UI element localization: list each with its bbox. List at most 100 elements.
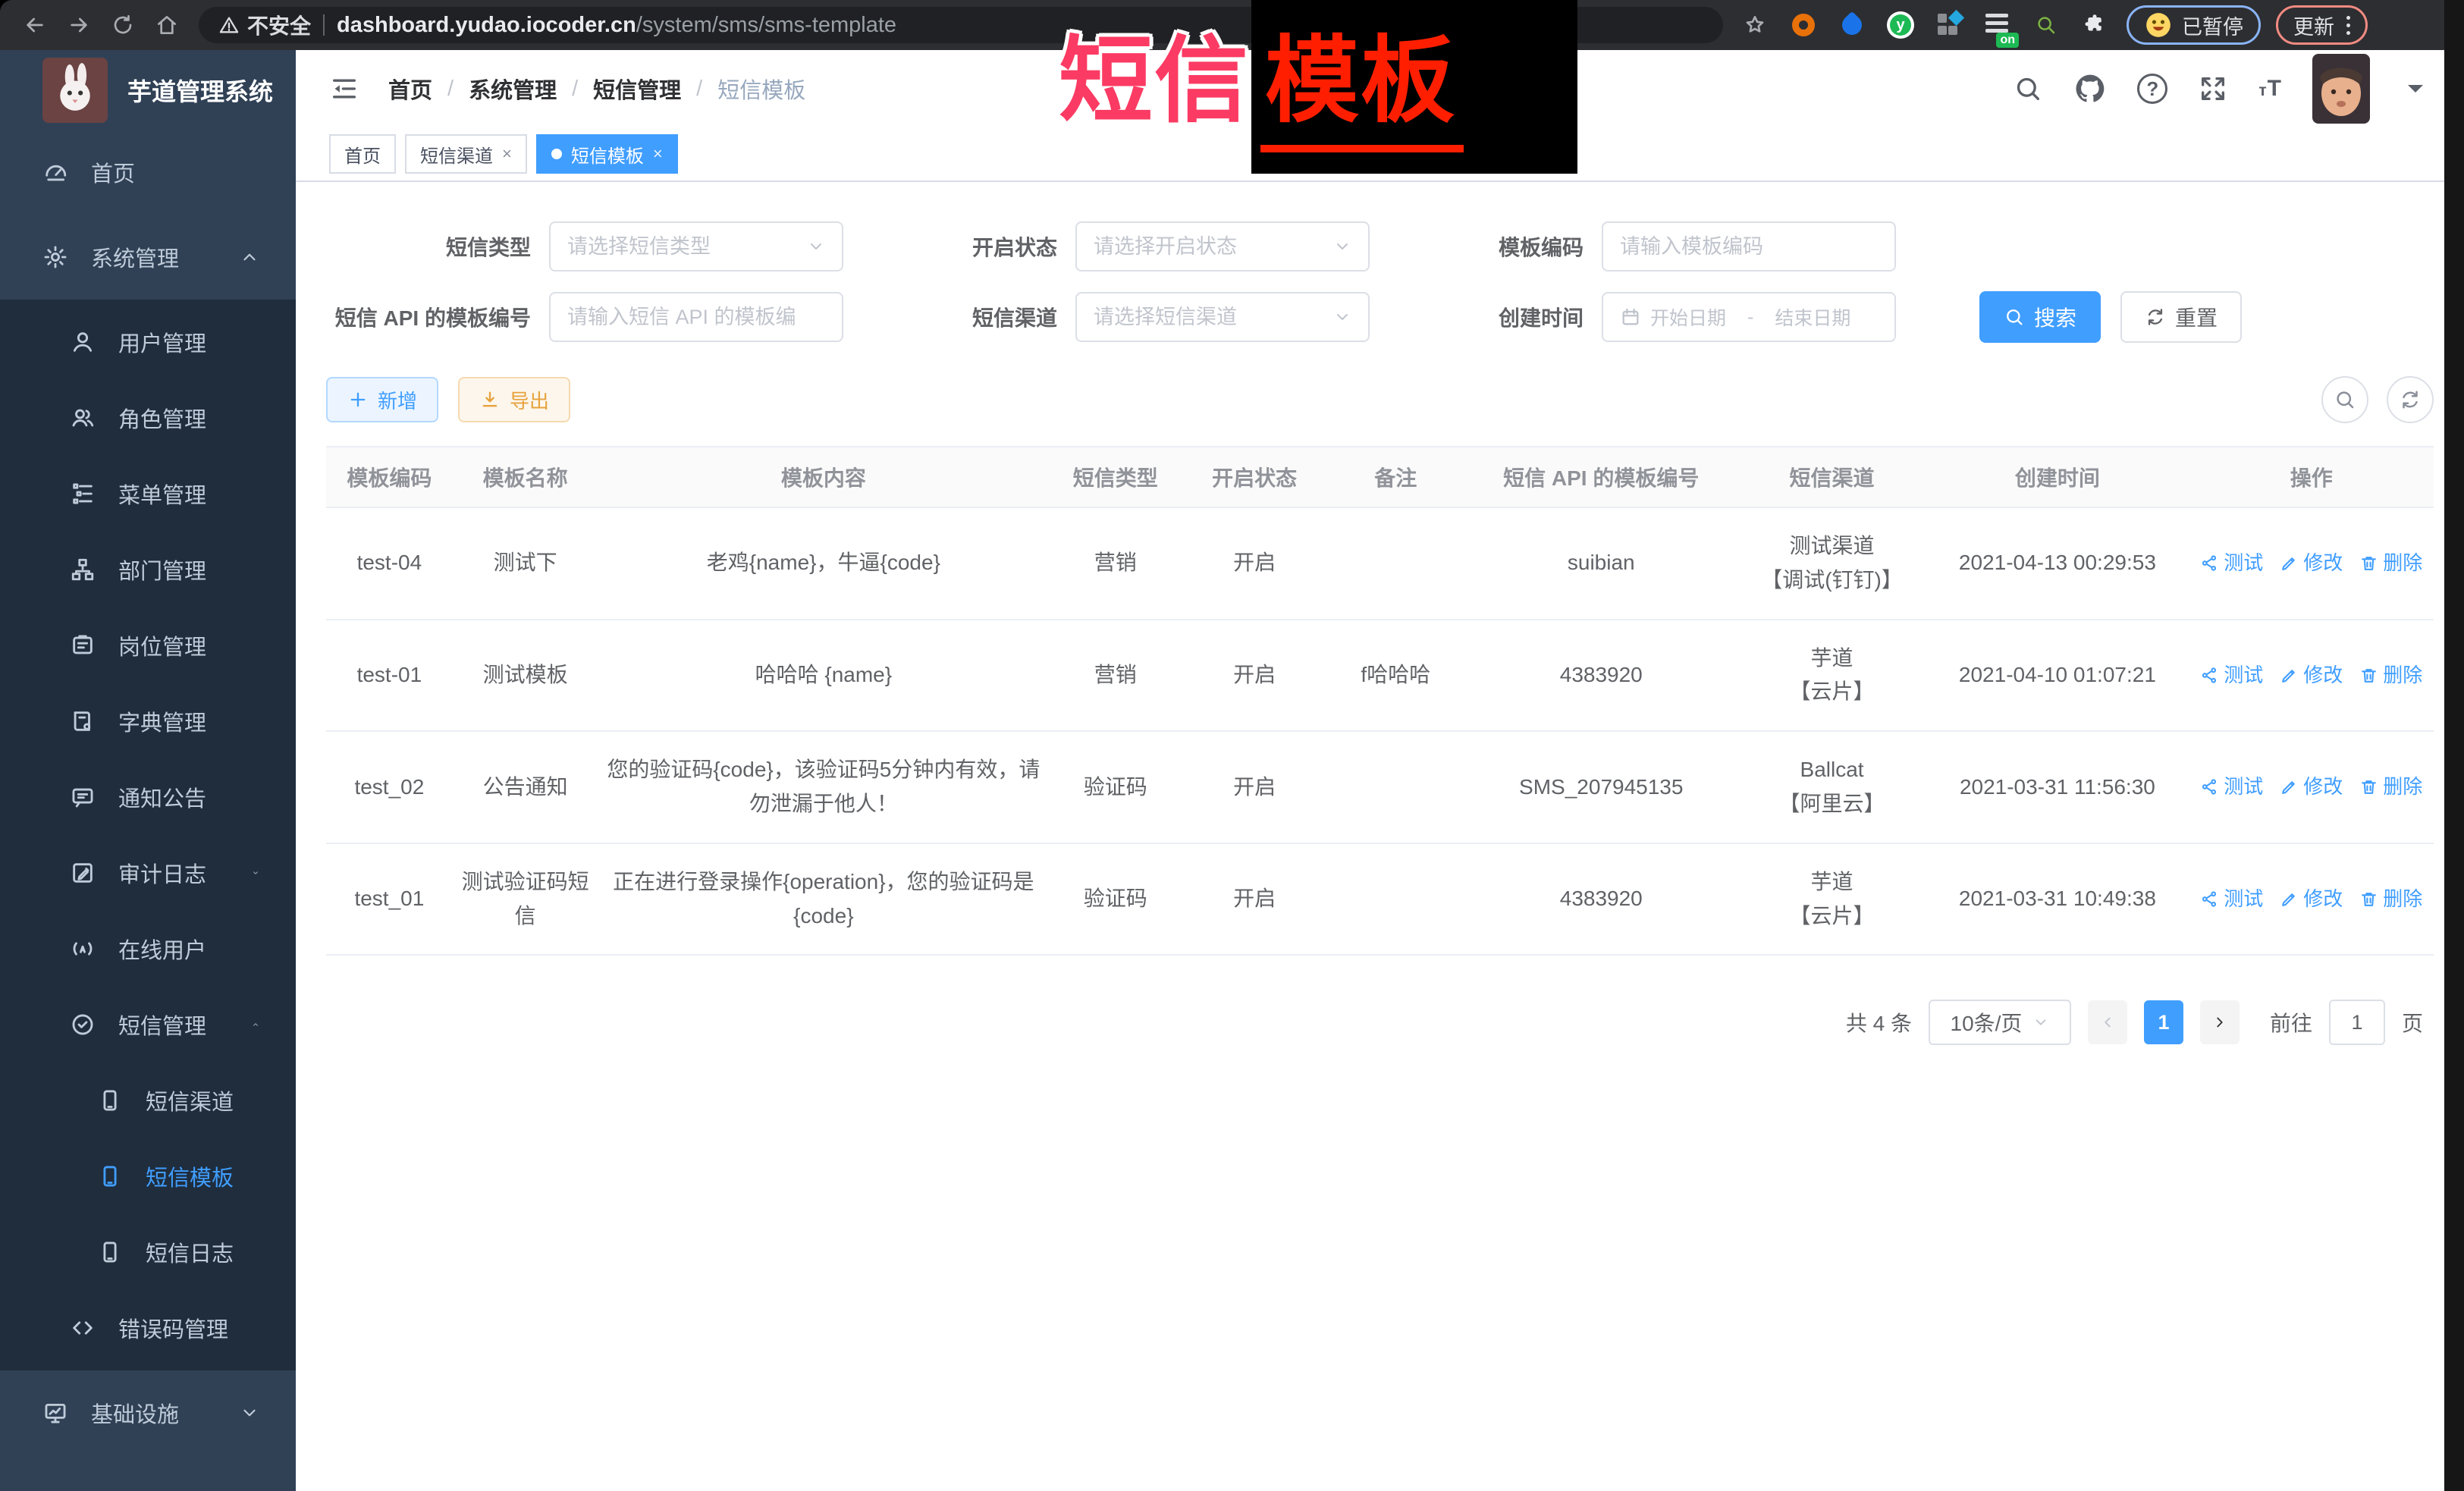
close-icon[interactable]: ×	[653, 144, 663, 164]
filter-row-1: 短信类型 开启状态 模板编码	[326, 221, 2434, 272]
avatar-caret-icon[interactable]	[2400, 74, 2431, 104]
add-button[interactable]: 新增	[326, 377, 438, 422]
breadcrumb: 首页 / 系统管理 / 短信管理 / 短信模板	[388, 73, 805, 105]
sidebar-item-departments[interactable]: 部门管理	[0, 532, 296, 607]
sidebar-item-posts[interactable]: 岗位管理	[0, 607, 296, 683]
help-icon[interactable]: ?	[2137, 74, 2167, 104]
browser-menu-icon[interactable]	[2346, 16, 2350, 35]
browser-profile-pill[interactable]: 已暂停	[2127, 5, 2261, 45]
next-page-button[interactable]	[2200, 1000, 2240, 1044]
refresh-icon	[2399, 388, 2422, 411]
sms-type-select[interactable]	[549, 221, 843, 272]
sidebar-item-error-codes[interactable]: 错误码管理	[0, 1290, 296, 1366]
trash-icon	[2359, 554, 2378, 573]
date-start-placeholder: 开始日期	[1650, 303, 1726, 331]
sidebar-item-label: 短信管理	[118, 1009, 206, 1041]
sidebar-item-label: 在线用户	[118, 933, 206, 965]
forward-icon[interactable]	[59, 5, 99, 45]
jump-suffix: 页	[2402, 1007, 2423, 1037]
search-button[interactable]: 搜索	[1979, 291, 2101, 343]
extensions-puzzle-icon[interactable]	[2078, 8, 2111, 42]
sidebar-item-users[interactable]: 用户管理	[0, 304, 296, 380]
user-avatar[interactable]	[2312, 54, 2370, 124]
sidebar-item-label: 短信渠道	[146, 1085, 234, 1116]
tab-sms-channel[interactable]: 短信渠道 ×	[405, 134, 527, 174]
sidebar-item-notice[interactable]: 通知公告	[0, 759, 296, 835]
reset-button[interactable]: 重置	[2120, 291, 2242, 343]
prev-page-button[interactable]	[2088, 1000, 2127, 1044]
font-size-icon[interactable]: тT	[2258, 76, 2282, 102]
tab-home[interactable]: 首页	[329, 134, 396, 174]
template-code-input[interactable]	[1602, 221, 1896, 272]
page-size-select[interactable]: 10条/页	[1929, 1000, 2071, 1045]
sidebar-item-roles[interactable]: 角色管理	[0, 380, 296, 456]
channel-select[interactable]	[1075, 292, 1370, 342]
calendar-icon	[1620, 306, 1641, 328]
jump-page-input[interactable]	[2329, 1000, 2385, 1045]
table-row: test-01 测试模板 哈哈哈 {name} 营销 开启 f哈哈哈 43839…	[326, 620, 2434, 732]
test-link[interactable]: 测试	[2200, 548, 2263, 579]
sidebar-item-sms-template[interactable]: 短信模板	[0, 1138, 296, 1214]
refresh-table-button[interactable]	[2387, 376, 2434, 423]
status-select[interactable]	[1075, 221, 1370, 272]
edit-link[interactable]: 修改	[2280, 884, 2343, 915]
app-logo[interactable]: 芋道管理系统	[0, 50, 296, 130]
test-link[interactable]: 测试	[2200, 660, 2263, 692]
test-link[interactable]: 测试	[2200, 771, 2263, 803]
extension-magnifier-icon[interactable]	[2029, 8, 2063, 42]
tab-sms-template[interactable]: 短信模板 ×	[536, 134, 678, 174]
sidebar-item-audit-log[interactable]: 审计日志	[0, 835, 296, 911]
edit-icon	[2280, 890, 2299, 909]
circle-check-icon	[70, 1012, 96, 1037]
sidebar-item-online-users[interactable]: 在线用户	[0, 911, 296, 987]
home-icon[interactable]	[147, 5, 187, 45]
back-icon[interactable]	[15, 5, 55, 45]
share-icon	[2200, 890, 2219, 909]
edit-link[interactable]: 修改	[2280, 660, 2343, 692]
sidebar-item-menus[interactable]: 菜单管理	[0, 456, 296, 532]
api-template-id-input[interactable]	[549, 292, 843, 342]
extension-kite-icon[interactable]	[1835, 8, 1869, 42]
security-warning[interactable]: 不安全	[218, 10, 311, 40]
export-button[interactable]: 导出	[458, 377, 570, 422]
test-link[interactable]: 测试	[2200, 884, 2263, 915]
close-icon[interactable]: ×	[502, 144, 512, 164]
delete-link[interactable]: 删除	[2359, 884, 2422, 915]
fullscreen-icon[interactable]	[2198, 74, 2228, 104]
api-template-id-label: 短信 API 的模板编号	[326, 302, 549, 332]
gear-icon	[42, 244, 68, 270]
extension-list-icon[interactable]: on	[1981, 8, 2014, 42]
trash-icon	[2359, 890, 2378, 909]
toggle-search-button[interactable]	[2321, 376, 2368, 423]
online-signal-icon	[70, 936, 96, 962]
extension-y-icon[interactable]: y	[1884, 8, 1917, 42]
breadcrumb-home[interactable]: 首页	[388, 73, 432, 105]
bookmark-star-icon[interactable]	[1738, 8, 1772, 42]
sidebar-item-sms-channel[interactable]: 短信渠道	[0, 1063, 296, 1138]
breadcrumb-current: 短信模板	[717, 73, 805, 105]
delete-link[interactable]: 删除	[2359, 771, 2422, 803]
edit-link[interactable]: 修改	[2280, 548, 2343, 579]
edit-link[interactable]: 修改	[2280, 771, 2343, 803]
reload-icon[interactable]	[103, 5, 143, 45]
github-icon[interactable]	[2073, 72, 2107, 105]
search-icon[interactable]	[2013, 74, 2043, 104]
browser-update-pill[interactable]: 更新	[2276, 5, 2368, 45]
url-bar[interactable]: 不安全 dashboard.yudao.iocoder.cn/system/sm…	[199, 7, 1723, 43]
sidebar-item-sms[interactable]: 短信管理	[0, 987, 296, 1063]
sidebar-item-sms-log[interactable]: 短信日志	[0, 1214, 296, 1290]
sidebar-item-infrastructure[interactable]: 基础设施	[0, 1370, 296, 1455]
date-range-picker[interactable]: 开始日期 - 结束日期	[1602, 292, 1896, 342]
col-status: 开启状态	[1182, 447, 1327, 507]
sidebar-item-dict[interactable]: 字典管理	[0, 683, 296, 759]
extension-adblock-icon[interactable]	[1787, 8, 1820, 42]
breadcrumb-sms[interactable]: 短信管理	[593, 73, 681, 105]
current-page[interactable]: 1	[2144, 1000, 2183, 1044]
extension-grid-icon[interactable]	[1932, 8, 1966, 42]
delete-link[interactable]: 删除	[2359, 548, 2422, 579]
delete-link[interactable]: 删除	[2359, 660, 2422, 692]
sidebar-collapse-icon[interactable]	[329, 74, 359, 104]
sidebar-item-home[interactable]: 首页	[0, 130, 296, 215]
breadcrumb-system[interactable]: 系统管理	[469, 73, 557, 105]
sidebar-item-system[interactable]: 系统管理	[0, 215, 296, 300]
